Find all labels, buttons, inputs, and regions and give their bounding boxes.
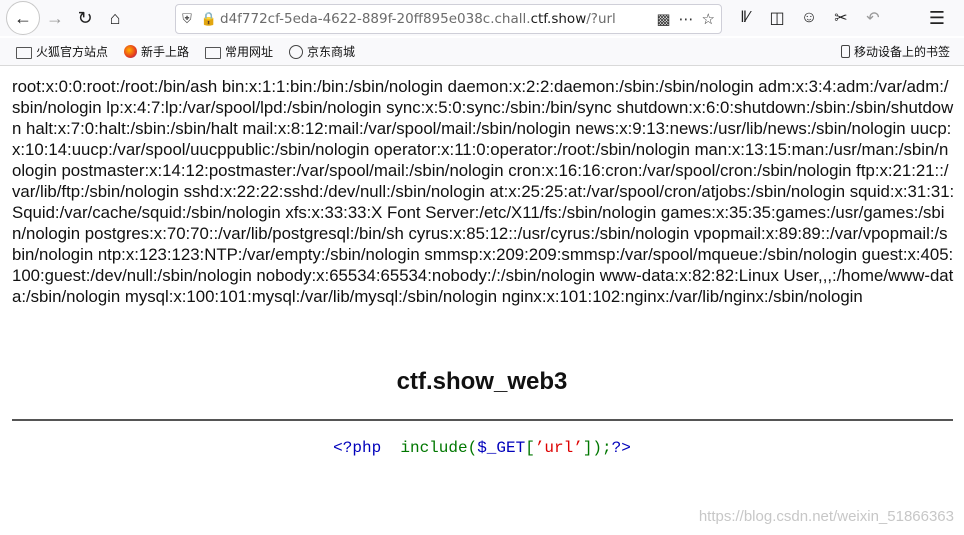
bookmark-item[interactable]: 火狐官方站点 xyxy=(16,43,108,60)
sidebar-icon[interactable]: ◫ xyxy=(764,3,790,33)
page-title: ctf.show_web3 xyxy=(396,368,568,395)
menu-icon[interactable]: ☰ xyxy=(922,3,952,33)
url-text[interactable]: d4f772cf-5eda-4622-889f-20ff895e038c.cha… xyxy=(220,11,615,27)
more-icon[interactable]: ⋯ xyxy=(679,10,694,28)
php-source: <?php include($_GET[’url’]);?> xyxy=(333,439,631,457)
firefox-icon xyxy=(124,45,138,58)
bookmark-star-icon[interactable]: ☆ xyxy=(702,10,715,28)
globe-icon xyxy=(289,44,304,59)
shield-icon[interactable]: ⛨ xyxy=(176,11,198,27)
bookmarks-toolbar: 火狐官方站点 新手上路 常用网址 京东商城 移动设备上的书签 xyxy=(0,38,964,66)
library-icon[interactable]: ‖⁄ xyxy=(732,3,758,33)
account-icon[interactable]: ☺ xyxy=(796,3,822,33)
bookmark-item[interactable]: 常用网址 xyxy=(205,43,273,60)
undo-icon[interactable]: ↶ xyxy=(860,3,886,33)
passwd-output: root:x:0:0:root:/root:/bin/ash bin:x:1:1… xyxy=(12,77,955,306)
mobile-bookmarks[interactable]: 移动设备上的书签 xyxy=(840,38,950,65)
back-icon[interactable]: ← xyxy=(6,1,40,35)
home-icon[interactable]: ⌂ xyxy=(100,3,130,33)
divider xyxy=(12,419,953,421)
reload-icon[interactable]: ↻ xyxy=(70,3,100,33)
url-actions: ▩ ⋯ ☆ xyxy=(656,10,721,28)
screenshot-icon[interactable]: ✂ xyxy=(828,3,854,33)
browser-tools: ‖⁄ ◫ ☺ ✂ ↶ xyxy=(732,0,886,36)
address-bar[interactable]: ⛨ 🔒 d4f772cf-5eda-4622-889f-20ff895e038c… xyxy=(175,4,722,34)
phone-icon xyxy=(840,45,850,58)
watermark: https://blog.csdn.net/weixin_51866363 xyxy=(698,508,954,525)
qr-code-icon[interactable]: ▩ xyxy=(656,10,670,28)
bookmark-item[interactable]: 京东商城 xyxy=(289,43,355,60)
forward-icon[interactable]: → xyxy=(40,3,70,33)
folder-icon xyxy=(16,46,32,59)
bookmark-item[interactable]: 新手上路 xyxy=(124,43,189,60)
insecure-lock-icon[interactable]: 🔒 xyxy=(198,11,220,27)
folder-icon xyxy=(205,46,222,59)
